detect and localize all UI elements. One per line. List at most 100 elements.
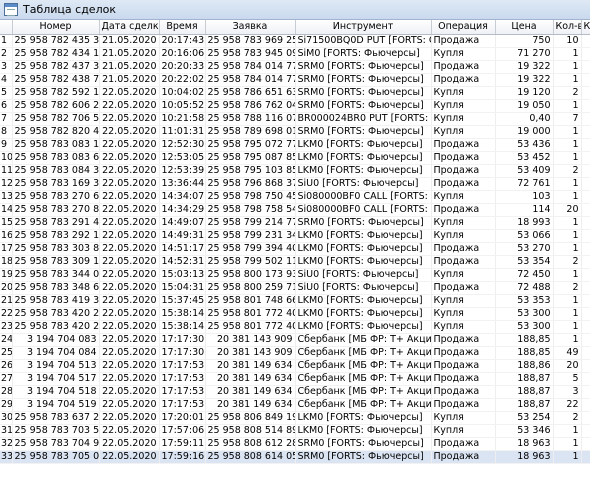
table-row[interactable]: 1825 958 783 309 17522.05.202014:52:3125… [0,255,590,269]
table-row[interactable]: 2225 958 783 420 29322.05.202015:38:1425… [0,307,590,321]
table-row[interactable]: 3325 958 783 705 07422.05.202017:59:1625… [0,450,590,464]
cell-extra [581,164,590,178]
table-row[interactable]: 625 958 782 606 27422.05.202010:05:5225 … [0,99,590,113]
table-row[interactable]: 1725 958 783 303 83622.05.202014:51:1725… [0,242,590,256]
cell-extra [581,281,590,295]
cell-instr: LKM0 [FORTS: Фьючерсы] [295,307,432,321]
cell-op: Продажа [431,203,496,217]
cell-instr: LKM0 [FORTS: Фьючерсы] [295,164,432,178]
table-row[interactable]: 3225 958 783 704 98922.05.202017:59:1125… [0,437,590,451]
cell-num: 25 958 783 420 294 [12,320,100,334]
table-row[interactable]: 2125 958 783 419 36922.05.202015:37:4525… [0,294,590,308]
cell-instr: LKM0 [FORTS: Фьючерсы] [295,138,432,152]
column-header-op[interactable]: Операция [431,20,496,35]
cell-instr: Si71500BQ0D PUT [FORTS: Опци [295,34,432,48]
cell-instr: LKM0 [FORTS: Фьючерсы] [295,424,432,438]
table-row[interactable]: 1925 958 783 344 04522.05.202015:03:1325… [0,268,590,282]
column-header-price[interactable]: Цена [495,20,554,35]
cell-date: 22.05.2020 [99,138,160,152]
cell-price: 0,40 [495,112,554,126]
table-row[interactable]: 1225 958 783 169 35122.05.202013:36:4425… [0,177,590,191]
cell-num: 25 958 783 705 074 [12,450,100,464]
cell-qty: 1 [553,307,582,321]
cell-date: 22.05.2020 [99,255,160,269]
table-row[interactable]: 2325 958 783 420 29422.05.202015:38:1425… [0,320,590,334]
cell-extra [581,60,590,74]
cell-price: 188,87 [495,398,554,412]
table-row[interactable]: 825 958 782 820 42722.05.202011:01:3125 … [0,125,590,139]
cell-extra [581,229,590,243]
cell-instr: SRM0 [FORTS: Фьючерсы] [295,450,432,464]
table-row[interactable]: 1025 958 783 083 68522.05.202012:53:0525… [0,151,590,165]
cell-order: 25 958 798 758 541 [205,203,296,217]
table-row[interactable]: 425 958 782 438 73321.05.202020:22:0225 … [0,73,590,87]
table-row[interactable]: 225 958 782 434 12921.05.202020:16:0625 … [0,47,590,61]
table-window-icon [4,3,18,16]
table-row[interactable]: 1125 958 783 084 36122.05.202012:53:3925… [0,164,590,178]
table-row[interactable]: 29 3 194 704 519 22.05.2020 17:17:53 20 381 … [0,398,590,412]
cell-op: Купля [431,99,496,113]
table-row[interactable]: 2025 958 783 348 69522.05.202015:04:3125… [0,281,590,295]
column-header-time[interactable]: Время [159,20,206,35]
cell-idx: 20 [0,281,13,295]
cell-qty: 20 [553,203,582,217]
cell-instr: Si080000BF0 CALL [FORTS: Опци [295,203,432,217]
cell-instr: Сбербанк [МБ ФР: Т+ Акции и Д [295,346,432,360]
cell-order: 25 958 786 651 635 [205,86,296,100]
table-row[interactable]: 925 958 783 083 16522.05.202012:52:3025 … [0,138,590,152]
cell-time: 20:16:06 [159,47,206,61]
cell-idx: 24 [0,333,13,347]
cell-num: 25 958 783 637 256 [12,411,100,425]
cell-instr: SRM0 [FORTS: Фьючерсы] [295,86,432,100]
cell-qty: 1 [553,151,582,165]
table-row[interactable]: 1625 958 783 292 15622.05.202014:49:3125… [0,229,590,243]
table-row[interactable]: 27 3 194 704 517 22.05.2020 17:17:53 20 381 … [0,372,590,386]
table-row[interactable]: 26 3 194 704 513 22.05.2020 17:17:53 20 381 … [0,359,590,373]
table-row[interactable]: 1325 958 783 270 65722.05.202014:34:0725… [0,190,590,204]
cell-op: Купля [431,411,496,425]
cell-idx: 1 [0,34,13,48]
cell-price: 53 353 [495,294,554,308]
cell-time: 14:34:07 [159,190,206,204]
cell-idx: 6 [0,99,13,113]
table-row[interactable]: 3125 958 783 703 55522.05.202017:57:0625… [0,424,590,438]
table-row[interactable]: 1425 958 783 270 89622.05.202014:34:2925… [0,203,590,217]
table-row[interactable]: 725 958 782 706 50022.05.202010:21:5825 … [0,112,590,126]
column-header-num[interactable]: Номер [12,20,100,35]
table-row[interactable]: 3025 958 783 637 25622.05.202017:20:0125… [0,411,590,425]
cell-op: Продажа [431,333,496,347]
column-header-extra[interactable]: К [581,20,590,35]
column-header-date[interactable]: Дата сделки [99,20,160,35]
cell-date: 21.05.2020 [99,73,160,87]
cell-qty: 49 [553,346,582,360]
cell-time: 14:34:29 [159,203,206,217]
cell-time: 17:57:06 [159,424,206,438]
cell-date: 22.05.2020 [99,437,160,451]
cell-instr: Si080000BF0 CALL [FORTS: Опци [295,190,432,204]
table-row[interactable]: 325 958 782 437 32721.05.202020:20:3325 … [0,60,590,74]
table-row[interactable]: 24 3 194 704 083 22.05.2020 17:17:30 20 381 … [0,333,590,347]
table-row[interactable]: 28 3 194 704 518 22.05.2020 17:17:53 20 381 … [0,385,590,399]
table-row[interactable]: 125 958 782 435 34321.05.202020:17:4325 … [0,34,590,48]
cell-op: Продажа [431,242,496,256]
cell-extra [581,112,590,126]
column-header-idx[interactable] [0,20,13,35]
cell-price: 188,86 [495,359,554,373]
cell-op: Продажа [431,164,496,178]
column-header-order[interactable]: Заявка [205,20,296,35]
column-header-instr[interactable]: Инструмент [295,20,432,35]
cell-time: 13:36:44 [159,177,206,191]
cell-instr: SiU0 [FORTS: Фьючерсы] [295,268,432,282]
table-row[interactable]: 1525 958 783 291 43522.05.202014:49:0725… [0,216,590,230]
cell-date: 22.05.2020 [99,99,160,113]
cell-num: 25 958 782 435 343 [12,34,100,48]
column-header-qty[interactable]: Кол-во [553,20,582,35]
cell-date: 22.05.2020 [99,268,160,282]
cell-extra [581,359,590,373]
cell-order: 25 958 788 116 075 [205,112,296,126]
cell-date: 22.05.2020 [99,151,160,165]
cell-price: 103 [495,190,554,204]
table-row[interactable]: 525 958 782 592 16922.05.202010:04:0225 … [0,86,590,100]
table-row[interactable]: 25 3 194 704 084 22.05.2020 17:17:30 20 381 … [0,346,590,360]
cell-instr: SRM0 [FORTS: Фьючерсы] [295,99,432,113]
